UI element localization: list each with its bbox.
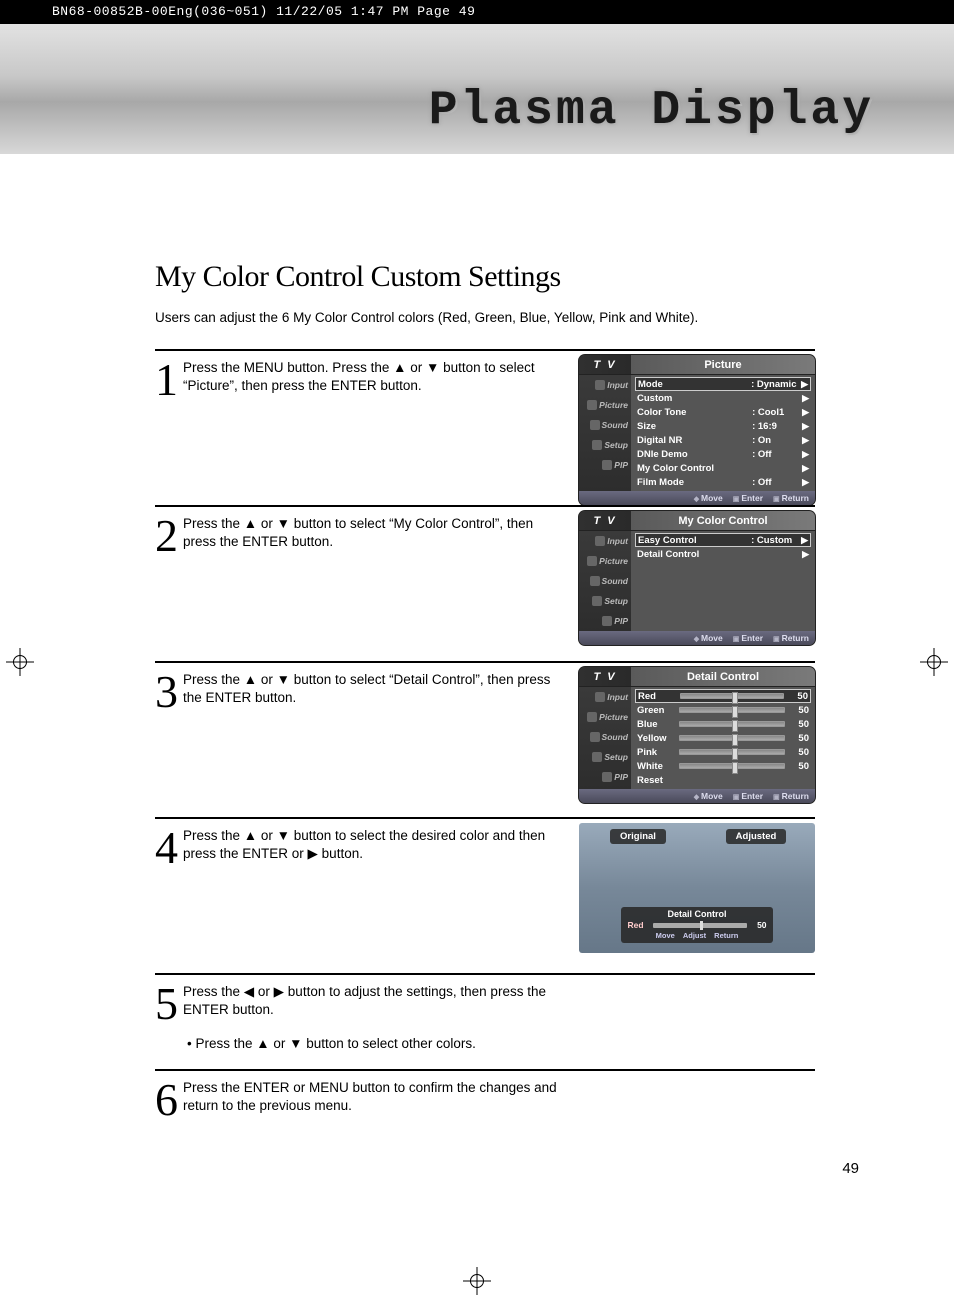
osd-footer: Move Enter Return: [579, 491, 815, 505]
header-band: Plasma Display: [0, 24, 954, 154]
intro-text: Users can adjust the 6 My Color Control …: [155, 310, 815, 325]
osd-preview-split: Original Adjusted Detail Control Red50 M…: [579, 823, 815, 953]
step-number: 1: [155, 357, 183, 499]
osd-main-list: Mode: Dynamic▶ Custom▶ Color Tone: Cool1…: [631, 375, 815, 491]
osd-tv-label: T V: [579, 671, 631, 683]
osd-detail-menu: T V Detail Control Input Picture Sound S…: [579, 667, 815, 803]
osd-sidebar: Input Picture Sound Setup PIP: [579, 531, 631, 631]
page-content: My Color Control Custom Settings Users c…: [155, 260, 815, 1135]
step-2: 2 Press the ▲ or ▼ button to select “My …: [155, 505, 815, 655]
badge-adjusted: Adjusted: [726, 829, 787, 844]
osd-footer: Move Enter Return: [579, 789, 815, 803]
step-number: 6: [155, 1077, 183, 1129]
step-3: 3 Press the ▲ or ▼ button to select “Det…: [155, 661, 815, 811]
osd-sidebar: Input Picture Sound Setup PIP: [579, 375, 631, 491]
registration-mark: [6, 648, 34, 676]
step-text: Press the ENTER or MENU button to confir…: [183, 1077, 815, 1129]
registration-mark: [463, 1267, 491, 1295]
step-bullet: • Press the ▲ or ▼ button to select othe…: [187, 1035, 565, 1053]
osd-footer: Move Enter Return: [579, 631, 815, 645]
osd-menu-title: Detail Control: [631, 671, 815, 683]
osd-picture-menu: T V Picture Input Picture Sound Setup PI…: [579, 355, 815, 505]
preview-control-panel: Detail Control Red50 Move Adjust Return: [621, 907, 772, 943]
osd-menu-title: Picture: [631, 359, 815, 371]
step-number: 3: [155, 669, 183, 811]
osd-main-list: Red50 Green50 Blue50 Yellow50 Pink50 Whi…: [631, 687, 815, 789]
step-number: 2: [155, 513, 183, 655]
step-4: 4 Press the ▲ or ▼ button to select the …: [155, 817, 815, 967]
step-number: 4: [155, 825, 183, 967]
badge-original: Original: [610, 829, 666, 844]
crop-info-text: BN68-00852B-00Eng(036~051) 11/22/05 1:47…: [52, 4, 475, 19]
step-5: 5 Press the ◀ or ▶ button to adjust the …: [155, 973, 815, 1063]
step-number: 5: [155, 981, 183, 1063]
header-title: Plasma Display: [429, 84, 874, 138]
osd-mycolor-menu: T V My Color Control Input Picture Sound…: [579, 511, 815, 645]
step-1: 1 Press the MENU button. Press the ▲ or …: [155, 349, 815, 499]
osd-main-list: Easy Control: Custom▶ Detail Control▶: [631, 531, 815, 631]
page-number: 49: [842, 1160, 859, 1177]
step-6: 6 Press the ENTER or MENU button to conf…: [155, 1069, 815, 1129]
registration-mark: [920, 648, 948, 676]
step-text: Press the ◀ or ▶ button to adjust the se…: [183, 981, 815, 1063]
osd-menu-title: My Color Control: [631, 515, 815, 527]
crop-info-strip: BN68-00852B-00Eng(036~051) 11/22/05 1:47…: [0, 0, 954, 24]
osd-tv-label: T V: [579, 515, 631, 527]
osd-tv-label: T V: [579, 359, 631, 371]
section-title: My Color Control Custom Settings: [155, 260, 815, 294]
osd-sidebar: Input Picture Sound Setup PIP: [579, 687, 631, 789]
